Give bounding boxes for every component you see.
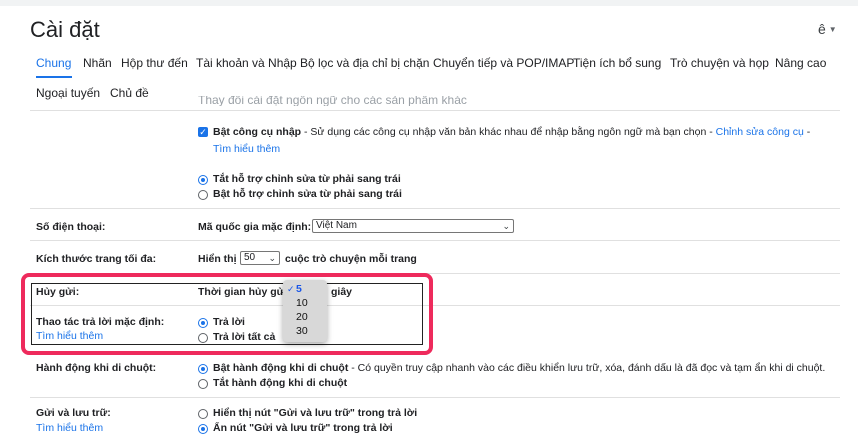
send-archive-label: Gửi và lưu trữ: — [36, 407, 111, 419]
hover-on-label: Bật hành động khi di chuột — [213, 362, 349, 374]
send-archive-hide-radio[interactable] — [198, 424, 208, 434]
dropdown-option-10[interactable]: 10 — [283, 296, 327, 310]
send-archive-hide-label: Ẩn nút "Gửi và lưu trữ" trong trả lời — [213, 422, 393, 434]
input-tools-label: Bật công cụ nhập — [213, 126, 302, 138]
page-size-value: 50 — [244, 252, 256, 263]
tab-offline[interactable]: Ngoại tuyến — [36, 86, 100, 100]
chevron-down-icon: ⌄ — [502, 221, 510, 231]
highlight-annotation — [21, 273, 433, 355]
country-code-select[interactable]: Việt Nam ⌄ — [312, 219, 514, 233]
tab-inbox[interactable]: Hộp thư đến — [121, 56, 188, 70]
dropdown-option-20[interactable]: 20 — [283, 310, 327, 324]
page-size-suffix: cuộc trò chuyện mỗi trang — [285, 253, 417, 265]
rtl-on-radio[interactable] — [198, 190, 208, 200]
active-tab-indicator — [36, 76, 72, 78]
tab-addons[interactable]: Tiện ích bổ sung — [573, 56, 661, 70]
rtl-off-radio[interactable] — [198, 175, 208, 185]
language-selector[interactable]: ê ▼ — [818, 21, 837, 37]
input-tools-line: Bật công cụ nhập - Sử dụng các công cụ n… — [213, 126, 811, 138]
tab-themes[interactable]: Chủ đề — [110, 86, 149, 100]
page-title: Cài đặt — [30, 17, 100, 42]
row-divider — [30, 240, 840, 241]
tab-filters-blocked[interactable]: Bộ lọc và địa chỉ bị chặn — [300, 56, 429, 70]
tab-advanced[interactable]: Nâng cao — [775, 56, 826, 70]
input-tools-description: - Sử dụng các công cụ nhập văn bản khác … — [301, 126, 716, 138]
send-archive-show-radio[interactable] — [198, 409, 208, 419]
chevron-down-icon: ▼ — [828, 25, 837, 34]
undo-send-dropdown[interactable]: ✓ 5 10 20 30 — [283, 280, 327, 342]
top-strip — [0, 0, 858, 6]
tab-forwarding-pop-imap[interactable]: Chuyển tiếp và POP/IMAP — [433, 56, 574, 70]
hover-off-radio[interactable] — [198, 379, 208, 389]
hover-off-label: Tắt hành động khi di chuột — [213, 377, 348, 389]
row-divider — [30, 397, 840, 398]
phone-label: Số điện thoại: — [36, 221, 106, 233]
hover-on-description: - Có quyền truy cập nhanh vào các điều k… — [348, 362, 826, 374]
send-archive-show-label: Hiển thị nút "Gửi và lưu trữ" trong trả … — [213, 407, 418, 419]
country-code-label: Mã quốc gia mặc định: — [198, 221, 312, 233]
hover-actions-label: Hành động khi di chuột: — [36, 362, 157, 374]
input-tools-learn-more-link[interactable]: Tìm hiểu thêm — [213, 143, 280, 155]
language-label: ê — [818, 21, 826, 37]
page-size-label: Kích thước trang tối đa: — [36, 253, 157, 265]
scrolled-off-text: Thay đổi cài đặt ngôn ngữ cho các sản ph… — [198, 96, 468, 106]
page-size-show-label: Hiển thị — [198, 253, 237, 265]
tab-labels[interactable]: Nhãn — [83, 56, 112, 70]
hover-on-line: Bật hành động khi di chuột - Có quyền tr… — [213, 362, 825, 374]
tab-chat-meet[interactable]: Trò chuyện và họp — [670, 56, 769, 70]
input-tools-checkbox[interactable]: ✓ — [198, 127, 208, 137]
chevron-down-icon: ⌄ — [268, 253, 276, 263]
tabs-divider — [30, 110, 840, 111]
rtl-off-label: Tắt hỗ trợ chỉnh sửa từ phải sang trái — [213, 173, 401, 185]
edit-input-tools-link[interactable]: Chỉnh sửa công cụ — [716, 126, 804, 138]
page-size-select[interactable]: 50 ⌄ — [240, 251, 280, 265]
rtl-on-label: Bật hỗ trợ chỉnh sửa từ phải sang trái — [213, 188, 402, 200]
checkmark-icon: ✓ — [287, 284, 295, 294]
hover-on-radio[interactable] — [198, 364, 208, 374]
send-archive-learn-more-link[interactable]: Tìm hiểu thêm — [36, 422, 103, 434]
row-divider — [30, 208, 840, 209]
tab-general[interactable]: Chung — [36, 56, 71, 70]
tab-accounts-import[interactable]: Tài khoản và Nhập — [196, 56, 297, 70]
country-code-value: Việt Nam — [316, 220, 357, 231]
dropdown-option-5[interactable]: ✓ 5 — [283, 282, 327, 296]
dropdown-option-30[interactable]: 30 — [283, 324, 327, 338]
